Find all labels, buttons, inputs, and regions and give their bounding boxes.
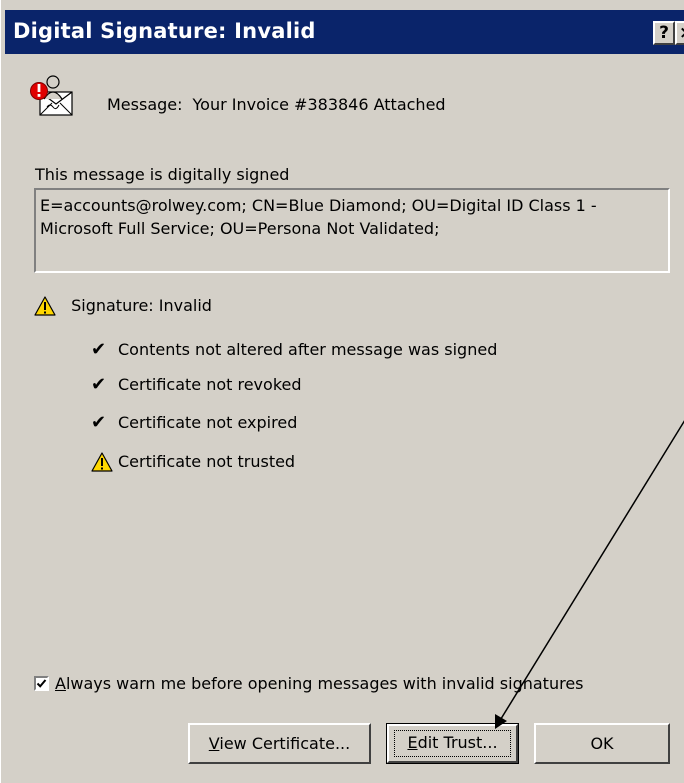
signature-status-row: Signature: Invalid — [34, 295, 212, 319]
title-bar[interactable]: Digital Signature: Invalid ? × — [5, 10, 684, 54]
check-item-contents: ✔ Contents not altered after message was … — [91, 339, 497, 363]
view-certificate-label: iew Certificate... — [219, 734, 351, 753]
message-label: Message: — [107, 95, 183, 114]
certificate-line-2: Microsoft Full Service; OU=Persona Not V… — [40, 219, 440, 238]
edit-trust-label-wrap: Edit Trust... — [407, 733, 497, 752]
always-warn-option[interactable]: Always warn me before opening messages w… — [34, 673, 584, 693]
certificate-line-1: E=accounts@rolwey.com; CN=Blue Diamond; … — [40, 196, 597, 215]
checkmark-icon: ✔ — [91, 339, 107, 360]
checkmark-icon: ✔ — [91, 374, 107, 395]
window-title: Digital Signature: Invalid — [13, 19, 316, 43]
ok-button[interactable]: OK — [534, 723, 670, 764]
always-warn-label: Always warn me before opening messages w… — [55, 674, 584, 693]
message-subject: Your Invoice #383846 Attached — [192, 95, 446, 114]
help-button[interactable]: ? — [653, 21, 675, 45]
signature-status-label: Signature: Invalid — [71, 296, 212, 315]
warning-icon — [34, 295, 56, 316]
digital-signature-dialog: Digital Signature: Invalid ? × Message: Y… — [0, 0, 684, 783]
check-item-label: Contents not altered after message was s… — [118, 340, 498, 359]
view-certificate-button[interactable]: View Certificate... — [188, 723, 371, 764]
edit-trust-label: dit Trust... — [417, 733, 498, 752]
check-item-expired: ✔ Certificate not expired — [91, 412, 297, 436]
signed-status-label: This message is digitally signed — [35, 165, 290, 184]
edit-trust-button[interactable]: Edit Trust... — [386, 723, 519, 764]
always-warn-mnemonic: A — [55, 674, 66, 693]
signed-message-warning-icon — [30, 75, 73, 116]
check-item-label: Certificate not expired — [118, 413, 298, 432]
edit-trust-mnemonic: E — [407, 733, 418, 752]
check-item-revoked: ✔ Certificate not revoked — [91, 374, 302, 398]
always-warn-label-text: lways warn me before opening messages wi… — [65, 674, 584, 693]
check-item-label: Certificate not trusted — [118, 452, 296, 471]
always-warn-checkbox[interactable] — [34, 676, 49, 691]
view-certificate-mnemonic: V — [208, 734, 220, 753]
checkmark-icon: ✔ — [91, 412, 107, 433]
warning-icon — [91, 451, 113, 472]
check-item-label: Certificate not revoked — [118, 375, 302, 394]
checkbox-check-icon — [36, 679, 47, 688]
message-subject-line: Message: Your Invoice #383846 Attached — [107, 95, 446, 114]
check-item-trusted: Certificate not trusted — [91, 451, 295, 475]
certificate-details-box[interactable]: E=accounts@rolwey.com; CN=Blue Diamond; … — [34, 188, 670, 273]
close-button[interactable]: × — [675, 21, 684, 45]
